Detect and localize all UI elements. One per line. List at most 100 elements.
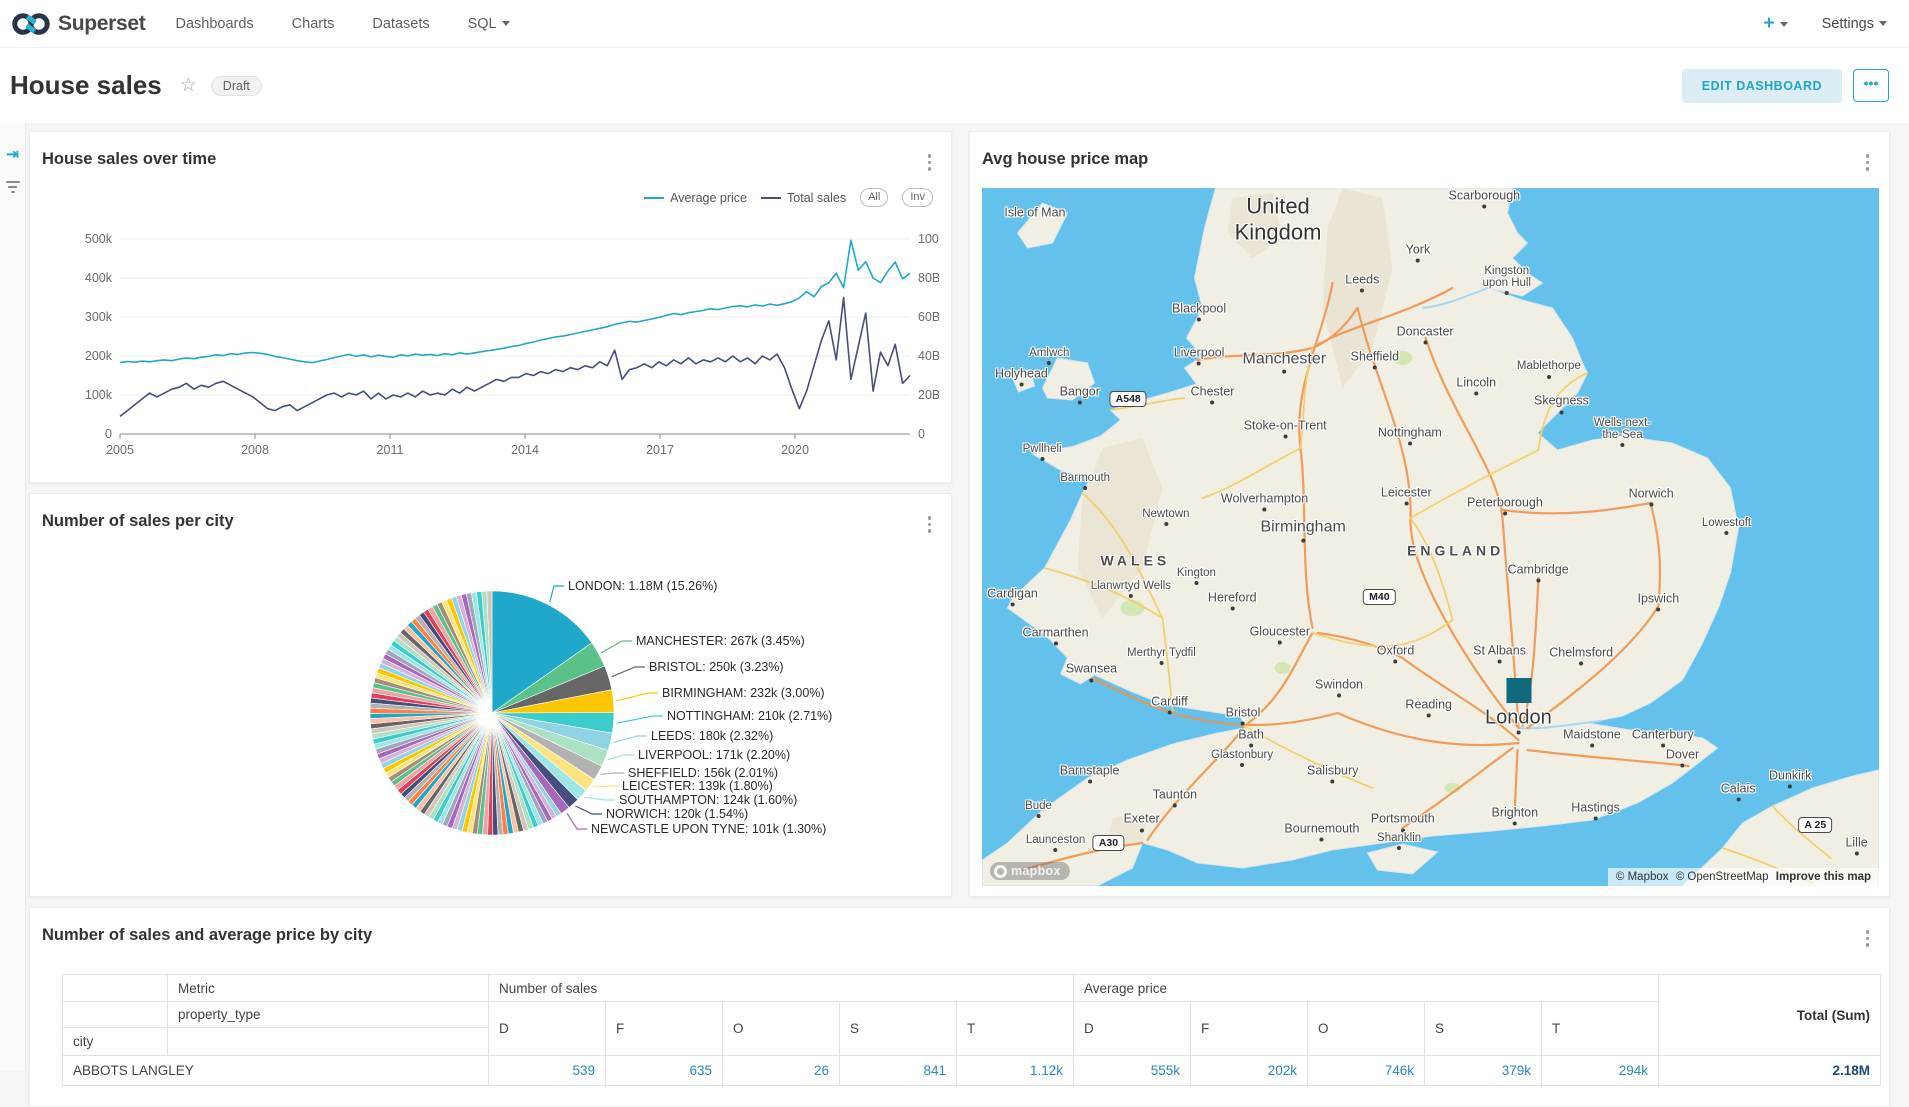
map-label: Ipswich — [1637, 592, 1679, 611]
more-options-button[interactable]: ••• — [1853, 69, 1889, 102]
property-type-col-header: D — [1074, 1002, 1191, 1056]
mapbox-map[interactable]: UnitedKingdomIsle of ManScarboroughYorkL… — [982, 188, 1879, 886]
legend-pill-inv[interactable]: Inv — [902, 188, 933, 207]
group-header: Average price — [1074, 975, 1659, 1002]
svg-text:200k: 200k — [85, 349, 113, 363]
top-nav: Superset Dashboards Charts Datasets SQL + S… — [0, 0, 1909, 48]
chart-menu-kebab-icon[interactable] — [928, 154, 932, 171]
value-cell: 635 — [606, 1056, 723, 1086]
property-type-header: property_type — [168, 1002, 489, 1028]
legend-label: Total sales — [787, 191, 846, 205]
svg-text:LIVERPOOL: 171k (2.20%): LIVERPOOL: 171k (2.20%) — [638, 748, 790, 762]
superset-brand[interactable]: Superset — [0, 11, 145, 37]
map-label: ENGLAND — [1407, 544, 1504, 559]
map-label: Skegness — [1534, 395, 1589, 414]
map-label: Llanwrtyd Wells — [1091, 580, 1171, 598]
osm-attribution-link[interactable]: © OpenStreetMap — [1676, 871, 1769, 883]
svg-text:SOUTHAMPTON: 124k (1.60%): SOUTHAMPTON: 124k (1.60%) — [619, 793, 797, 807]
map-label: Lowestoft — [1702, 517, 1751, 535]
svg-text:500k: 500k — [85, 232, 113, 246]
total-cell: 2.18M — [1659, 1056, 1881, 1086]
map-label: Wells-next-the-Sea — [1594, 417, 1651, 447]
property-type-col-header: T — [957, 1002, 1074, 1056]
property-type-col-header: S — [840, 1002, 957, 1056]
chart-menu-kebab-icon[interactable] — [1866, 154, 1870, 171]
nav-item-sql[interactable]: SQL — [468, 16, 510, 32]
city-header: city — [63, 1028, 168, 1056]
map-label: Wolverhampton — [1221, 493, 1308, 512]
map-label: Manchester — [1242, 351, 1326, 374]
map-label: Reading — [1405, 698, 1452, 717]
edit-dashboard-button[interactable]: EDIT DASHBOARD — [1682, 69, 1842, 103]
map-label: Cambridge — [1508, 564, 1569, 583]
svg-text:MANCHESTER: 267k (3.45%): MANCHESTER: 267k (3.45%) — [636, 634, 805, 648]
nav-item-datasets[interactable]: Datasets — [372, 16, 429, 32]
svg-text:BIRMINGHAM: 232k (3.00%): BIRMINGHAM: 232k (3.00%) — [662, 686, 825, 700]
svg-text:300k: 300k — [85, 310, 113, 324]
legend-item[interactable]: Total sales — [761, 191, 846, 205]
value-cell: 539 — [489, 1056, 606, 1086]
svg-text:100k: 100k — [85, 388, 113, 402]
settings-menu[interactable]: Settings — [1822, 16, 1887, 32]
map-label: Nottingham — [1378, 426, 1442, 445]
mapbox-attribution-link[interactable]: © Mapbox — [1616, 871, 1669, 883]
line-chart[interactable]: 2005200820112014201720200100k200k300k400… — [34, 214, 939, 476]
property-type-col-header: F — [1191, 1002, 1308, 1056]
svg-text:80B: 80B — [918, 271, 939, 285]
map-label: Amlwch — [1029, 347, 1069, 365]
property-type-col-header: S — [1425, 1002, 1542, 1056]
map-label: Lille — [1845, 836, 1867, 855]
new-item-button[interactable]: + — [1763, 13, 1787, 35]
svg-text:SHEFFIELD: 156k (2.01%): SHEFFIELD: 156k (2.01%) — [628, 766, 778, 780]
map-label: Norwich — [1629, 488, 1674, 507]
legend-swatch — [761, 197, 781, 199]
nav-menu: Dashboards Charts Datasets SQL — [175, 16, 509, 32]
improve-map-link[interactable]: Improve this map — [1776, 871, 1871, 883]
mapbox-logo[interactable]: mapbox — [990, 862, 1070, 880]
map-label: Swansea — [1066, 663, 1117, 682]
chart-menu-kebab-icon[interactable] — [928, 516, 932, 533]
table-row[interactable]: ABBOTS LANGLEY 539635268411.12k555k202k7… — [63, 1056, 1881, 1086]
nav-item-charts[interactable]: Charts — [292, 16, 335, 32]
map-label: Blackpool — [1172, 303, 1226, 322]
legend-item[interactable]: Average price — [644, 191, 747, 205]
map-label: Chester — [1191, 386, 1235, 405]
filter-bar-collapsed: ⇥ — [0, 123, 26, 1070]
map-label: Taunton — [1153, 788, 1197, 807]
chart-menu-kebab-icon[interactable] — [1866, 930, 1870, 947]
pie-chart[interactable]: LONDON: 1.18M (15.26%)MANCHESTER: 267k (… — [30, 546, 953, 890]
legend-pill-all[interactable]: All — [860, 188, 888, 207]
map-label: Lincoln — [1456, 376, 1496, 395]
map-label: Scarborough — [1449, 190, 1521, 209]
map-label: WALES — [1100, 554, 1170, 569]
map-label: Chelmsford — [1549, 646, 1613, 665]
nav-item-dashboards[interactable]: Dashboards — [175, 16, 253, 32]
svg-text:400k: 400k — [85, 271, 113, 285]
brand-name: Superset — [58, 12, 145, 36]
svg-text:NORWICH: 120k (1.54%): NORWICH: 120k (1.54%) — [606, 807, 748, 821]
map-label: Gloucester — [1250, 625, 1310, 644]
value-cell: 841 — [840, 1056, 957, 1086]
map-label: Calais — [1721, 782, 1756, 801]
chart-title: House sales over time — [42, 150, 216, 169]
chart-title: Avg house price map — [982, 150, 1148, 169]
map-label: Shanklin — [1377, 832, 1421, 850]
map-label: Merthyr Tydfil — [1127, 647, 1196, 665]
map-label: Oxford — [1377, 645, 1415, 664]
expand-filter-bar-icon[interactable]: ⇥ — [6, 145, 19, 163]
chart-card-house-sales-over-time: House sales over time Average price Total… — [29, 131, 952, 483]
map-label: Maidstone — [1563, 728, 1621, 747]
map-label: Cardiff — [1151, 695, 1188, 714]
chart-card-avg-house-price-map: Avg house price map — [969, 131, 1890, 897]
page-title: House sales — [10, 70, 162, 101]
map-label: Leicester — [1381, 486, 1432, 505]
group-header: Number of sales — [489, 975, 1074, 1002]
map-label: Stoke-on-Trent — [1244, 419, 1327, 438]
map-label: Bath — [1238, 728, 1264, 747]
value-cell: 379k — [1425, 1056, 1542, 1086]
favorite-star-icon[interactable]: ☆ — [180, 74, 197, 97]
map-label: Canterbury — [1632, 728, 1694, 747]
map-label: Bristol — [1226, 706, 1261, 725]
filter-icon[interactable] — [6, 181, 20, 193]
map-label-country: UnitedKingdom — [1235, 194, 1322, 245]
